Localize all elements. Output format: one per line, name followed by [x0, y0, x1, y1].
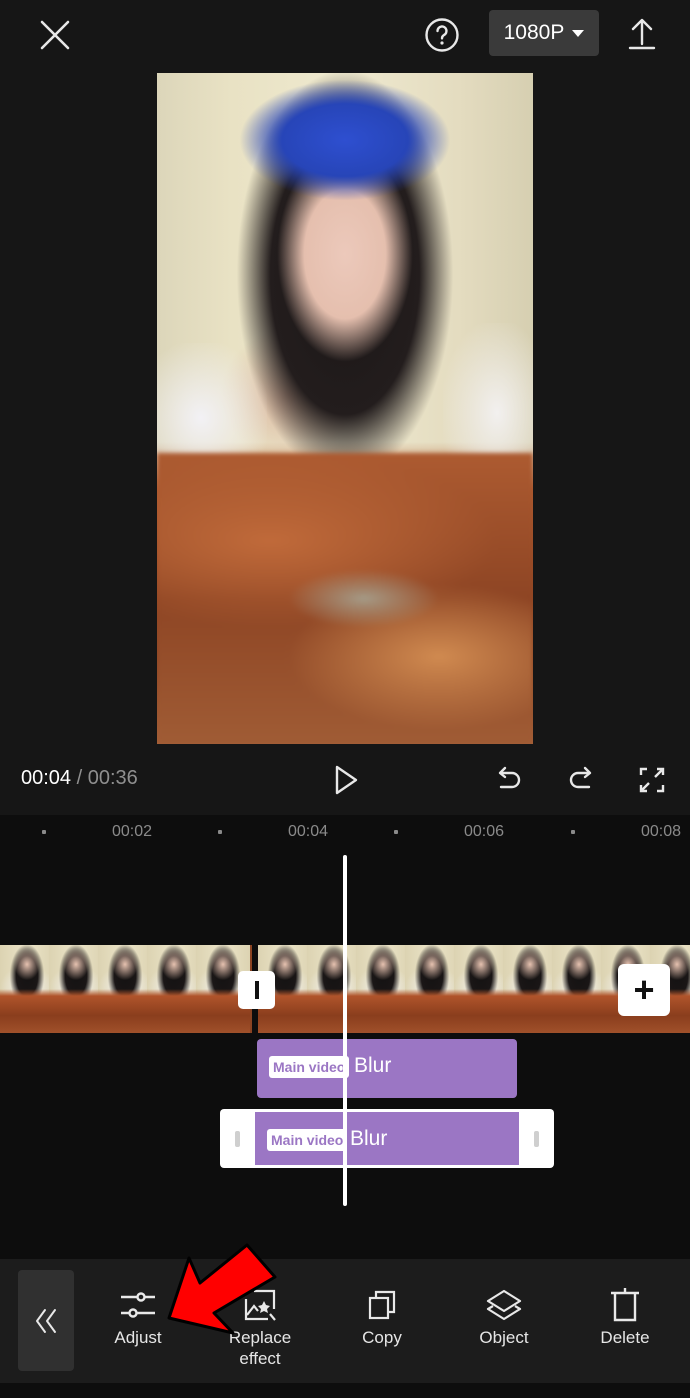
undo-icon	[498, 766, 521, 789]
add-clip-button[interactable]: +	[618, 964, 670, 1016]
trim-handle-right[interactable]	[534, 1131, 539, 1147]
current-time: 00:04	[21, 767, 72, 789]
undo-button[interactable]	[494, 764, 526, 796]
effect-target-tag: Main video	[267, 1129, 348, 1151]
collapse-button[interactable]	[18, 1270, 74, 1371]
tool-object[interactable]: Object	[449, 1259, 559, 1383]
clip-thumbnail	[503, 945, 557, 1033]
clip-thumbnail	[147, 945, 201, 1033]
tool-label: Copy	[362, 1328, 402, 1347]
clip-thumbnail	[49, 945, 103, 1033]
ruler-label: 00:06	[464, 823, 505, 840]
ruler-label: 00:04	[288, 823, 329, 840]
trash-icon	[611, 1288, 639, 1322]
resolution-dropdown[interactable]: 1080P	[489, 10, 599, 56]
play-button[interactable]	[329, 762, 363, 798]
time-separator: /	[76, 767, 83, 789]
total-time: 00:36	[87, 767, 138, 789]
fullscreen-button[interactable]	[636, 764, 668, 796]
double-chevron-left-icon	[36, 1308, 56, 1333]
clip-thumbnail	[454, 945, 508, 1033]
trim-handle-left[interactable]	[235, 1131, 240, 1147]
help-circle-icon	[425, 18, 459, 52]
plus-icon: +	[633, 969, 655, 1010]
effect-label: Blur	[354, 1054, 392, 1077]
ruler-tick	[218, 830, 222, 834]
close-button[interactable]	[34, 14, 76, 56]
tool-label: Object	[479, 1328, 529, 1347]
transition-button[interactable]	[238, 971, 275, 1009]
annotation-arrow-icon	[167, 1243, 277, 1335]
tool-delete[interactable]: Delete	[570, 1259, 680, 1383]
tool-label: Delete	[600, 1328, 650, 1347]
ruler-tick	[394, 830, 398, 834]
transition-icon	[254, 981, 259, 999]
ruler-tick	[42, 830, 46, 834]
ruler-label: 00:08	[641, 823, 682, 840]
clip-thumbnail	[98, 945, 152, 1033]
effect-target-tag: Main video	[269, 1056, 350, 1078]
ruler-tick	[571, 830, 575, 834]
video-preview[interactable]	[157, 73, 533, 744]
close-icon	[40, 20, 70, 50]
timeline-ruler[interactable]: 00:02 00:04 00:06 00:08	[0, 815, 690, 851]
bottom-toolbar: Adjust Replace effect Copy Object Delete	[0, 1259, 690, 1383]
clip-thumbnail	[307, 945, 361, 1033]
fullscreen-icon	[639, 767, 665, 793]
redo-button[interactable]	[564, 764, 596, 796]
clip-thumbnail	[552, 945, 606, 1033]
time-display: 00:04 / 00:36	[21, 767, 138, 790]
effect-track-body: Main video Blur	[255, 1112, 519, 1165]
upload-icon	[628, 18, 656, 50]
preview-detail	[157, 453, 533, 744]
clip-thumbnail	[356, 945, 410, 1033]
redo-icon	[569, 766, 592, 789]
playhead[interactable]	[343, 855, 347, 1206]
video-clip[interactable]	[0, 945, 252, 1033]
clip-thumbnail	[0, 945, 54, 1033]
ruler-label: 00:02	[112, 823, 153, 840]
export-button[interactable]	[622, 12, 662, 56]
help-button[interactable]	[420, 13, 464, 57]
effect-track-selected[interactable]: Main video Blur	[220, 1109, 554, 1168]
play-icon	[335, 765, 358, 795]
clip-thumbnail	[405, 945, 459, 1033]
layers-icon	[486, 1289, 522, 1321]
effect-track[interactable]: Main video Blur	[257, 1039, 517, 1098]
copy-icon	[368, 1290, 396, 1320]
tool-copy[interactable]: Copy	[327, 1259, 437, 1383]
caret-down-icon	[572, 29, 585, 37]
resolution-value: 1080P	[503, 21, 565, 44]
effect-label: Blur	[350, 1127, 388, 1150]
